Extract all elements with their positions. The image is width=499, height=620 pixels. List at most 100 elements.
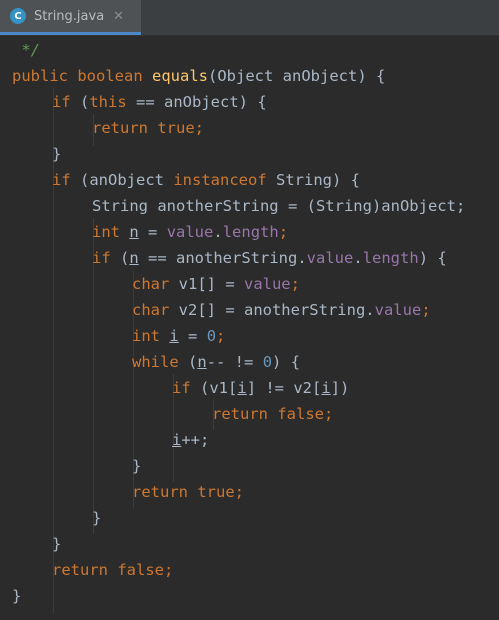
keyword: char xyxy=(132,301,170,319)
field: value xyxy=(306,249,354,267)
tab-string-java[interactable]: C String.java ✕ xyxy=(0,0,141,35)
code-line: if (n == anotherString.value.length) { xyxy=(92,245,447,271)
keyword: true xyxy=(157,119,195,137)
code-text: ; xyxy=(216,327,226,345)
code-line: i++; xyxy=(172,427,209,453)
variable: i xyxy=(237,379,247,397)
code-line: } xyxy=(132,453,141,479)
variable: n xyxy=(197,353,207,371)
keyword: boolean xyxy=(77,67,143,85)
keyword: false xyxy=(117,561,165,579)
code-line: } xyxy=(52,141,61,167)
code-line: char v2[] = anotherString.value; xyxy=(132,297,431,323)
code-line: } xyxy=(12,583,21,609)
code-text: ; xyxy=(164,561,174,579)
field: length xyxy=(362,249,419,267)
code-text: == anObject) { xyxy=(126,93,267,111)
code-text: ( xyxy=(178,353,198,371)
keyword: instanceof xyxy=(173,171,267,189)
editor-tab-bar: C String.java ✕ xyxy=(0,0,499,36)
keyword: char xyxy=(132,275,170,293)
tab-title: String.java xyxy=(34,8,105,24)
code-line: if (v1[i] != v2[i]) xyxy=(172,375,349,401)
brace: } xyxy=(12,587,22,605)
code-line: return false; xyxy=(212,401,333,427)
keyword: false xyxy=(277,405,325,423)
code-line: return false; xyxy=(52,557,173,583)
code-line: String anotherString = (String)anObject; xyxy=(92,193,465,219)
field: value xyxy=(166,223,214,241)
code-text: ++; xyxy=(181,431,210,449)
keyword: return xyxy=(132,483,188,501)
code-text: = xyxy=(178,327,207,345)
code-text: ; xyxy=(324,405,334,423)
keyword: true xyxy=(197,483,235,501)
code-text: (v1[ xyxy=(190,379,238,397)
code-line: int i = 0; xyxy=(132,323,225,349)
field: length xyxy=(222,223,279,241)
code-line: } xyxy=(92,505,101,531)
code-text: (anObject xyxy=(70,171,174,189)
code-line: if (anObject instanceof String) { xyxy=(52,167,360,193)
brace: } xyxy=(92,509,102,527)
variable: i xyxy=(169,327,179,345)
code-text: ; xyxy=(421,301,431,319)
code-text: String anotherString = (String)anObject; xyxy=(92,197,466,215)
keyword: if xyxy=(92,249,111,267)
field: value xyxy=(243,275,291,293)
code-text: v2[] = anotherString. xyxy=(169,301,375,319)
keyword: while xyxy=(132,353,179,371)
code-editor[interactable]: */ public boolean equals(Object anObject… xyxy=(0,36,499,620)
keyword: if xyxy=(52,171,71,189)
variable: n xyxy=(129,223,139,241)
brace: } xyxy=(52,535,62,553)
variable: i xyxy=(172,431,182,449)
java-class-icon: C xyxy=(10,8,26,24)
code-text: ; xyxy=(290,275,300,293)
code-text: String) { xyxy=(266,171,360,189)
code-line: while (n-- != 0) { xyxy=(132,349,300,375)
code-text: . xyxy=(353,249,363,267)
field: value xyxy=(374,301,422,319)
code-text: ; xyxy=(194,119,205,137)
keyword: return xyxy=(92,119,148,137)
brace: } xyxy=(52,145,62,163)
brace: } xyxy=(132,457,142,475)
code-text: (Object anObject) { xyxy=(208,67,386,85)
number: 0 xyxy=(262,353,273,371)
keyword: this xyxy=(89,93,127,111)
code-text: ( xyxy=(110,249,130,267)
code-line: */ xyxy=(12,37,40,63)
code-line: int n = value.length; xyxy=(92,219,288,245)
code-line: public boolean equals(Object anObject) { xyxy=(12,63,385,89)
code-line: return true; xyxy=(132,479,244,505)
variable: n xyxy=(129,249,139,267)
variable: i xyxy=(321,379,331,397)
code-text: ) { xyxy=(418,249,447,267)
keyword: int xyxy=(132,327,160,345)
keyword: return xyxy=(52,561,108,579)
code-line: char v1[] = value; xyxy=(132,271,300,297)
code-text: == anotherString. xyxy=(138,249,307,267)
code-text: ] != v2[ xyxy=(246,379,322,397)
code-text: ) { xyxy=(272,353,301,371)
code-text: . xyxy=(213,223,223,241)
code-text: v1[] = xyxy=(169,275,244,293)
code-line: } xyxy=(52,531,61,557)
close-icon[interactable]: ✕ xyxy=(113,10,124,23)
code-text: ; xyxy=(278,223,289,241)
code-line: if (this == anObject) { xyxy=(52,89,267,115)
code-text: ; xyxy=(234,483,245,501)
keyword: if xyxy=(172,379,191,397)
number: 0 xyxy=(206,327,217,345)
method-name: equals xyxy=(152,67,209,85)
keyword: return xyxy=(212,405,268,423)
keyword: if xyxy=(52,93,71,111)
code-text: = xyxy=(138,223,167,241)
comment: */ xyxy=(12,41,40,59)
code-text: ]) xyxy=(330,379,350,397)
keyword: int xyxy=(92,223,120,241)
keyword: public xyxy=(12,67,68,85)
code-line: return true; xyxy=(92,115,204,141)
